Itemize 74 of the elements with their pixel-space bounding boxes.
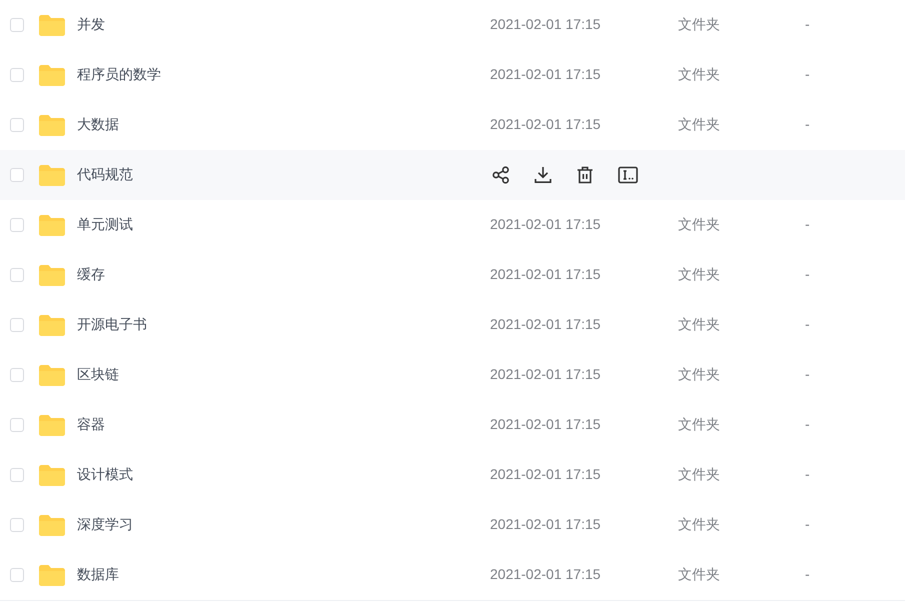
file-size: - — [805, 516, 810, 532]
row-checkbox[interactable] — [10, 468, 24, 482]
file-size: - — [805, 266, 810, 282]
folder-name[interactable]: 代码规范 — [77, 166, 133, 182]
folder-name[interactable]: 容器 — [77, 416, 105, 432]
row-checkbox[interactable] — [10, 568, 24, 582]
file-type: 文件夹 — [678, 216, 720, 232]
folder-icon — [39, 264, 65, 286]
folder-name[interactable]: 缓存 — [77, 266, 105, 282]
folder-icon — [39, 164, 65, 186]
modified-date: 2021-02-01 17:15 — [490, 516, 601, 532]
folder-icon — [39, 314, 65, 336]
modified-date: 2021-02-01 17:15 — [490, 316, 601, 332]
file-size: - — [805, 416, 810, 432]
file-type: 文件夹 — [678, 316, 720, 332]
file-type: 文件夹 — [678, 116, 720, 132]
row-checkbox[interactable] — [10, 18, 24, 32]
folder-name[interactable]: 深度学习 — [77, 516, 133, 532]
share-icon[interactable] — [492, 166, 510, 184]
file-size: - — [805, 216, 810, 232]
folder-icon — [39, 464, 65, 486]
row-checkbox[interactable] — [10, 518, 24, 532]
file-type: 文件夹 — [678, 566, 720, 582]
file-type: 文件夹 — [678, 266, 720, 282]
modified-date: 2021-02-01 17:15 — [490, 416, 601, 432]
folder-icon — [39, 514, 65, 536]
row-checkbox[interactable] — [10, 368, 24, 382]
text-box-icon[interactable] — [618, 166, 638, 184]
download-icon[interactable] — [534, 166, 552, 184]
modified-date: 2021-02-01 17:15 — [490, 216, 601, 232]
folder-name[interactable]: 数据库 — [77, 566, 119, 582]
folder-name[interactable]: 设计模式 — [77, 466, 133, 482]
file-size: - — [805, 116, 810, 132]
folder-name[interactable]: 开源电子书 — [77, 316, 147, 332]
folder-name[interactable]: 大数据 — [77, 116, 119, 132]
trash-icon[interactable] — [576, 166, 594, 184]
file-size: - — [805, 566, 810, 582]
file-size: - — [805, 316, 810, 332]
file-type: 文件夹 — [678, 366, 720, 382]
folder-icon — [39, 364, 65, 386]
modified-date: 2021-02-01 17:15 — [490, 116, 601, 132]
file-type: 文件夹 — [678, 466, 720, 482]
row-checkbox[interactable] — [10, 68, 24, 82]
row-checkbox[interactable] — [10, 218, 24, 232]
file-size: - — [805, 466, 810, 482]
folder-icon — [39, 64, 65, 86]
folder-icon — [39, 114, 65, 136]
file-size: - — [805, 366, 810, 382]
row-checkbox[interactable] — [10, 418, 24, 432]
modified-date: 2021-02-01 17:15 — [490, 466, 601, 482]
modified-date: 2021-02-01 17:15 — [490, 566, 601, 582]
folder-icon — [39, 414, 65, 436]
highlighted-row[interactable]: 代码规范 — [0, 150, 905, 200]
modified-date: 2021-02-01 17:15 — [490, 66, 601, 82]
folder-icon — [39, 214, 65, 236]
folder-icon — [39, 14, 65, 36]
row-checkbox[interactable] — [10, 268, 24, 282]
file-type: 文件夹 — [678, 416, 720, 432]
file-type: 文件夹 — [678, 16, 720, 32]
file-size: - — [805, 16, 810, 32]
row-checkbox[interactable] — [10, 318, 24, 332]
folder-icon — [39, 564, 65, 586]
file-type: 文件夹 — [678, 66, 720, 82]
folder-name[interactable]: 区块链 — [77, 366, 119, 382]
modified-date: 2021-02-01 17:15 — [490, 16, 601, 32]
row-checkbox[interactable] — [10, 168, 24, 182]
folder-name[interactable]: 并发 — [77, 16, 105, 32]
modified-date: 2021-02-01 17:15 — [490, 266, 601, 282]
folder-name[interactable]: 单元测试 — [77, 216, 133, 232]
row-checkbox[interactable] — [10, 118, 24, 132]
folder-name[interactable]: 程序员的数学 — [77, 66, 161, 82]
file-type: 文件夹 — [678, 516, 720, 532]
modified-date: 2021-02-01 17:15 — [490, 366, 601, 382]
file-size: - — [805, 66, 810, 82]
